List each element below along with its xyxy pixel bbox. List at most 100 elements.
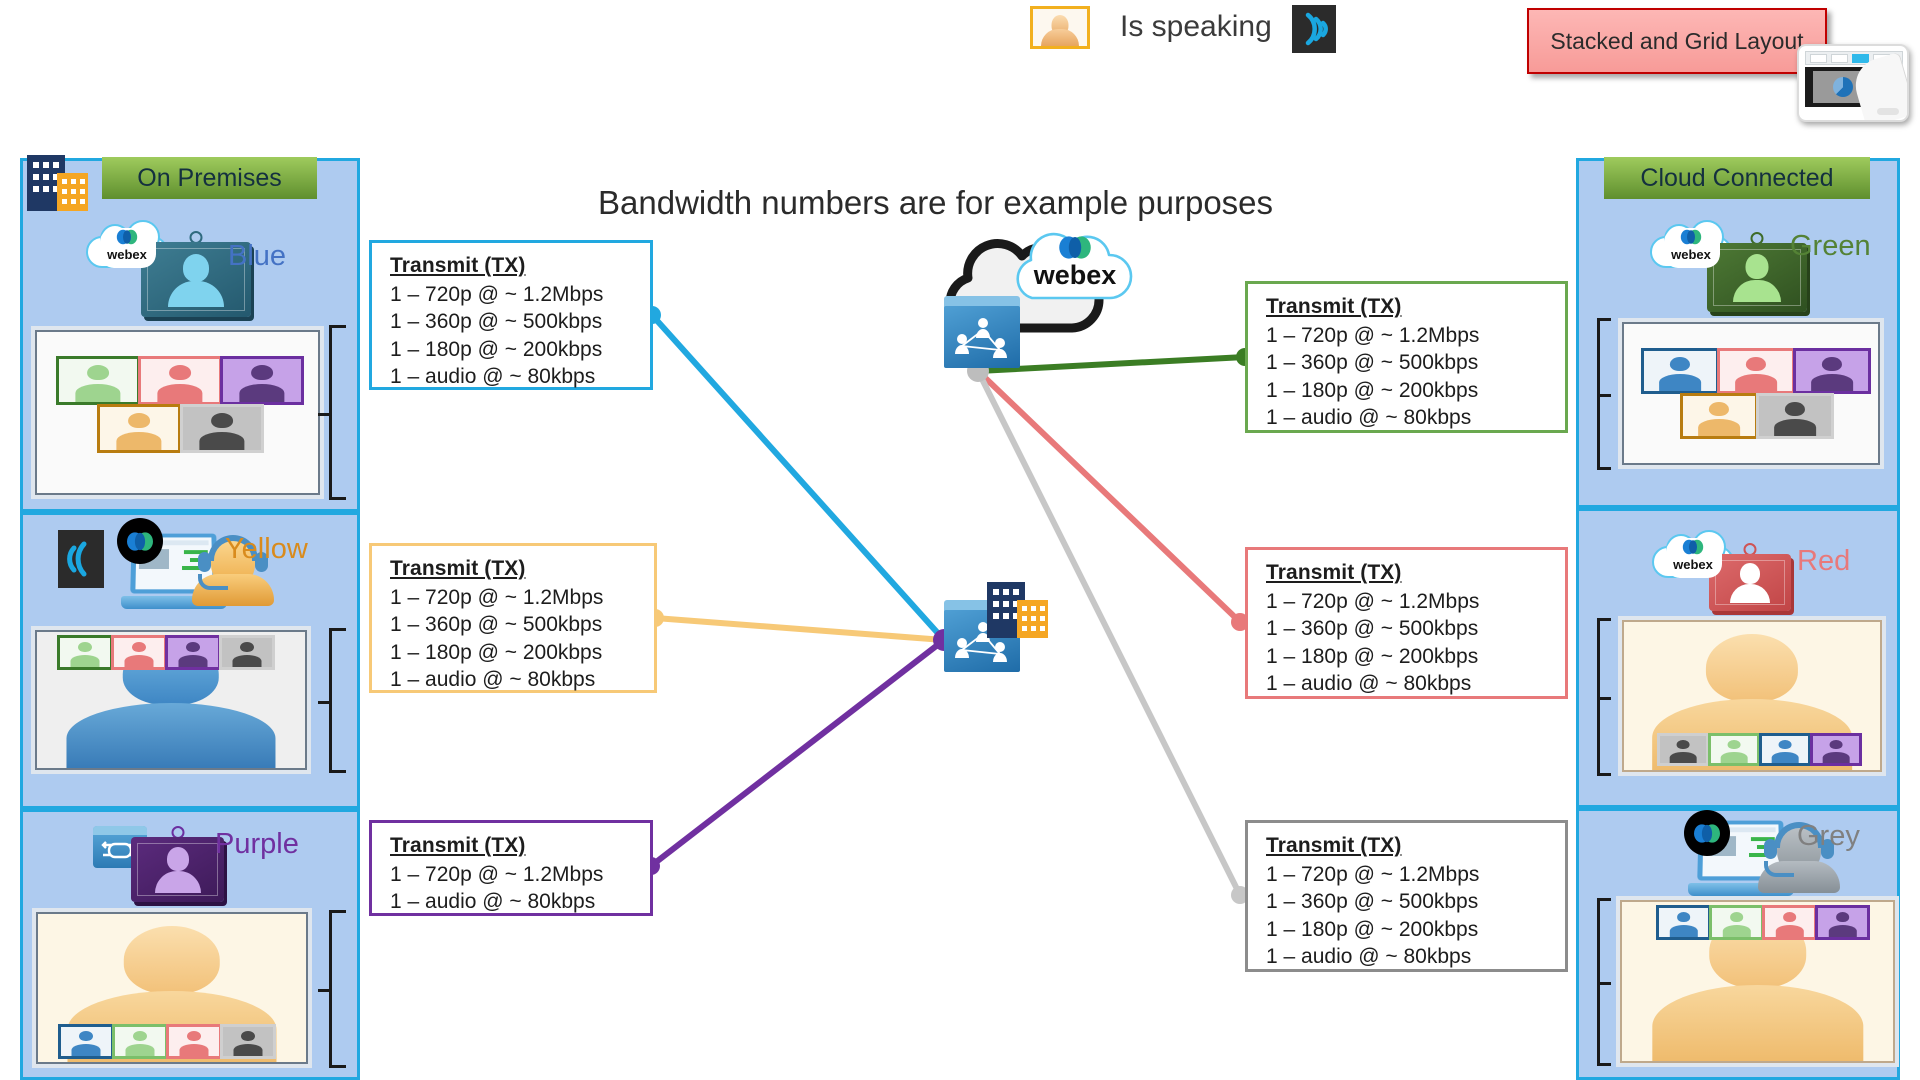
tile-grey <box>220 1024 276 1059</box>
tx-heading: Transmit (TX) <box>390 254 526 277</box>
webex-wordmark: webex <box>1033 260 1117 290</box>
on-premises-building-icon-center <box>987 582 1049 639</box>
tx-line: 1 – 720p @ ~ 1.2Mbps <box>1266 324 1480 347</box>
brace-grey <box>1597 898 1611 1066</box>
endpoint-device-purple <box>131 826 224 902</box>
webex-wordmark: webex <box>1671 247 1711 262</box>
tile-purple <box>1810 733 1862 766</box>
webex-app-badge-grey <box>1684 810 1730 856</box>
tx-box-red: Transmit (TX) 1 – 720p @ ~ 1.2Mbps 1 – 3… <box>1245 547 1568 699</box>
link-yellow <box>654 615 945 643</box>
tx-line: 1 – 720p @ ~ 1.2Mbps <box>1266 863 1480 886</box>
tx-line: 1 – audio @ ~ 80kbps <box>1266 944 1472 968</box>
speaking-audio-waves-icon <box>1292 5 1336 53</box>
tx-line: 1 – 360p @ ~ 500kbps <box>1266 890 1479 914</box>
tx-heading: Transmit (TX) <box>1266 561 1402 584</box>
tx-line: 1 – 720p @ ~ 1.2Mbps <box>390 863 604 886</box>
brace-yellow <box>318 628 346 773</box>
tile-blue <box>58 1024 114 1059</box>
tile-grey <box>1756 393 1834 439</box>
screen-blue-grid <box>35 330 320 495</box>
device-home-button <box>1877 108 1899 115</box>
tx-line: 1 – audio @ ~ 80kbps <box>390 364 596 388</box>
tx-line: 1 – audio @ ~ 80kbps <box>390 890 596 914</box>
screen-yellow-stacked <box>35 630 307 770</box>
screen-grey-stacked <box>1620 900 1895 1063</box>
label-blue: Blue <box>228 240 287 272</box>
header-cloud-connected: Cloud Connected <box>1604 157 1870 199</box>
tile-purple <box>220 356 304 405</box>
cloud-conference-bridge-icon <box>944 296 1020 368</box>
tx-box-grey: Transmit (TX) 1 – 720p @ ~ 1.2Mbps 1 – 3… <box>1245 820 1568 972</box>
label-green: Green <box>1790 230 1871 262</box>
stacked-and-grid-layout-callout[interactable]: Stacked and Grid Layout <box>1527 8 1827 74</box>
tx-line: 1 – 180p @ ~ 200kbps <box>1266 378 1479 402</box>
tx-line: 1 – 180p @ ~ 200kbps <box>390 337 603 361</box>
tile-grey <box>180 404 264 453</box>
tile-orange <box>97 404 181 453</box>
header-on-premises: On Premises <box>102 157 317 199</box>
link-purple <box>649 637 946 869</box>
tx-box-blue: Transmit (TX) 1 – 720p @ ~ 1.2Mbps 1 – 3… <box>369 240 653 390</box>
legend-label: Is speaking <box>1120 10 1272 43</box>
tile-red <box>1762 905 1817 940</box>
tx-box-green: Transmit (TX) 1 – 720p @ ~ 1.2Mbps 1 – 3… <box>1245 281 1568 433</box>
tx-line: 1 – audio @ ~ 80kbps <box>1266 671 1472 695</box>
brace-purple <box>318 910 346 1068</box>
avatar-body <box>1041 29 1079 46</box>
webex-cloud-hub-badge: webex <box>1000 222 1150 314</box>
brace-red <box>1597 618 1611 776</box>
tile-blue <box>1641 348 1719 394</box>
tile-green <box>112 1024 168 1059</box>
webex-wordmark: webex <box>107 247 147 262</box>
tile-purple <box>1793 348 1871 394</box>
tx-line: 1 – 720p @ ~ 1.2Mbps <box>390 283 604 306</box>
tile-green <box>57 635 113 670</box>
tx-heading: Transmit (TX) <box>1266 295 1402 318</box>
tx-heading: Transmit (TX) <box>390 834 526 857</box>
brace-green <box>1597 318 1611 470</box>
tile-purple <box>165 635 221 670</box>
on-premises-building-icon <box>27 155 89 212</box>
tx-line: 1 – 360p @ ~ 500kbps <box>390 613 603 637</box>
tx-heading: Transmit (TX) <box>1266 834 1402 857</box>
screen-green-grid <box>1622 322 1880 465</box>
brace-blue <box>318 325 346 500</box>
tx-line: 1 – 180p @ ~ 200kbps <box>1266 644 1479 668</box>
label-grey: Grey <box>1797 820 1860 852</box>
tile-red <box>1717 348 1795 394</box>
diagram-canvas: Is speaking Stacked and Grid Layout Band… <box>0 0 1920 1080</box>
tile-green <box>1709 905 1764 940</box>
tile-red <box>138 356 222 405</box>
link-blue <box>649 312 947 643</box>
tile-orange <box>1680 393 1758 439</box>
tx-line: 1 – 180p @ ~ 200kbps <box>1266 917 1479 941</box>
tx-line: 1 – 360p @ ~ 500kbps <box>1266 351 1479 375</box>
page-title: Bandwidth numbers are for example purpos… <box>598 184 1274 221</box>
webex-wordmark: webex <box>1673 557 1713 572</box>
webex-logo-icon <box>116 229 138 245</box>
tx-box-yellow: Transmit (TX) 1 – 720p @ ~ 1.2Mbps 1 – 3… <box>369 543 657 693</box>
tx-line: 1 – audio @ ~ 80kbps <box>1266 405 1472 429</box>
tx-line: 1 – 180p @ ~ 200kbps <box>390 640 603 664</box>
tx-line: 1 – 720p @ ~ 1.2Mbps <box>390 586 604 609</box>
webex-app-badge-yellow <box>117 518 163 564</box>
tx-heading: Transmit (TX) <box>390 557 526 580</box>
tile-green <box>1708 733 1760 766</box>
tx-line: 1 – 360p @ ~ 500kbps <box>1266 617 1479 641</box>
tile-red <box>166 1024 222 1059</box>
tx-line: 1 – 360p @ ~ 500kbps <box>390 310 603 334</box>
tile-grey <box>219 635 275 670</box>
label-purple: Purple <box>215 828 299 860</box>
tile-green <box>56 356 140 405</box>
webex-logo-icon <box>1682 539 1704 555</box>
tx-line: 1 – audio @ ~ 80kbps <box>390 667 596 691</box>
layout-selector-touchscreen-icon <box>1797 44 1909 122</box>
tx-line: 1 – 720p @ ~ 1.2Mbps <box>1266 590 1480 613</box>
tile-grey <box>1657 733 1709 766</box>
screen-purple-stacked <box>36 912 308 1064</box>
tile-blue <box>1656 905 1711 940</box>
active-speaker-thumbnail <box>1030 6 1090 49</box>
screen-red-stacked <box>1622 620 1882 772</box>
label-red: Red <box>1797 545 1851 577</box>
